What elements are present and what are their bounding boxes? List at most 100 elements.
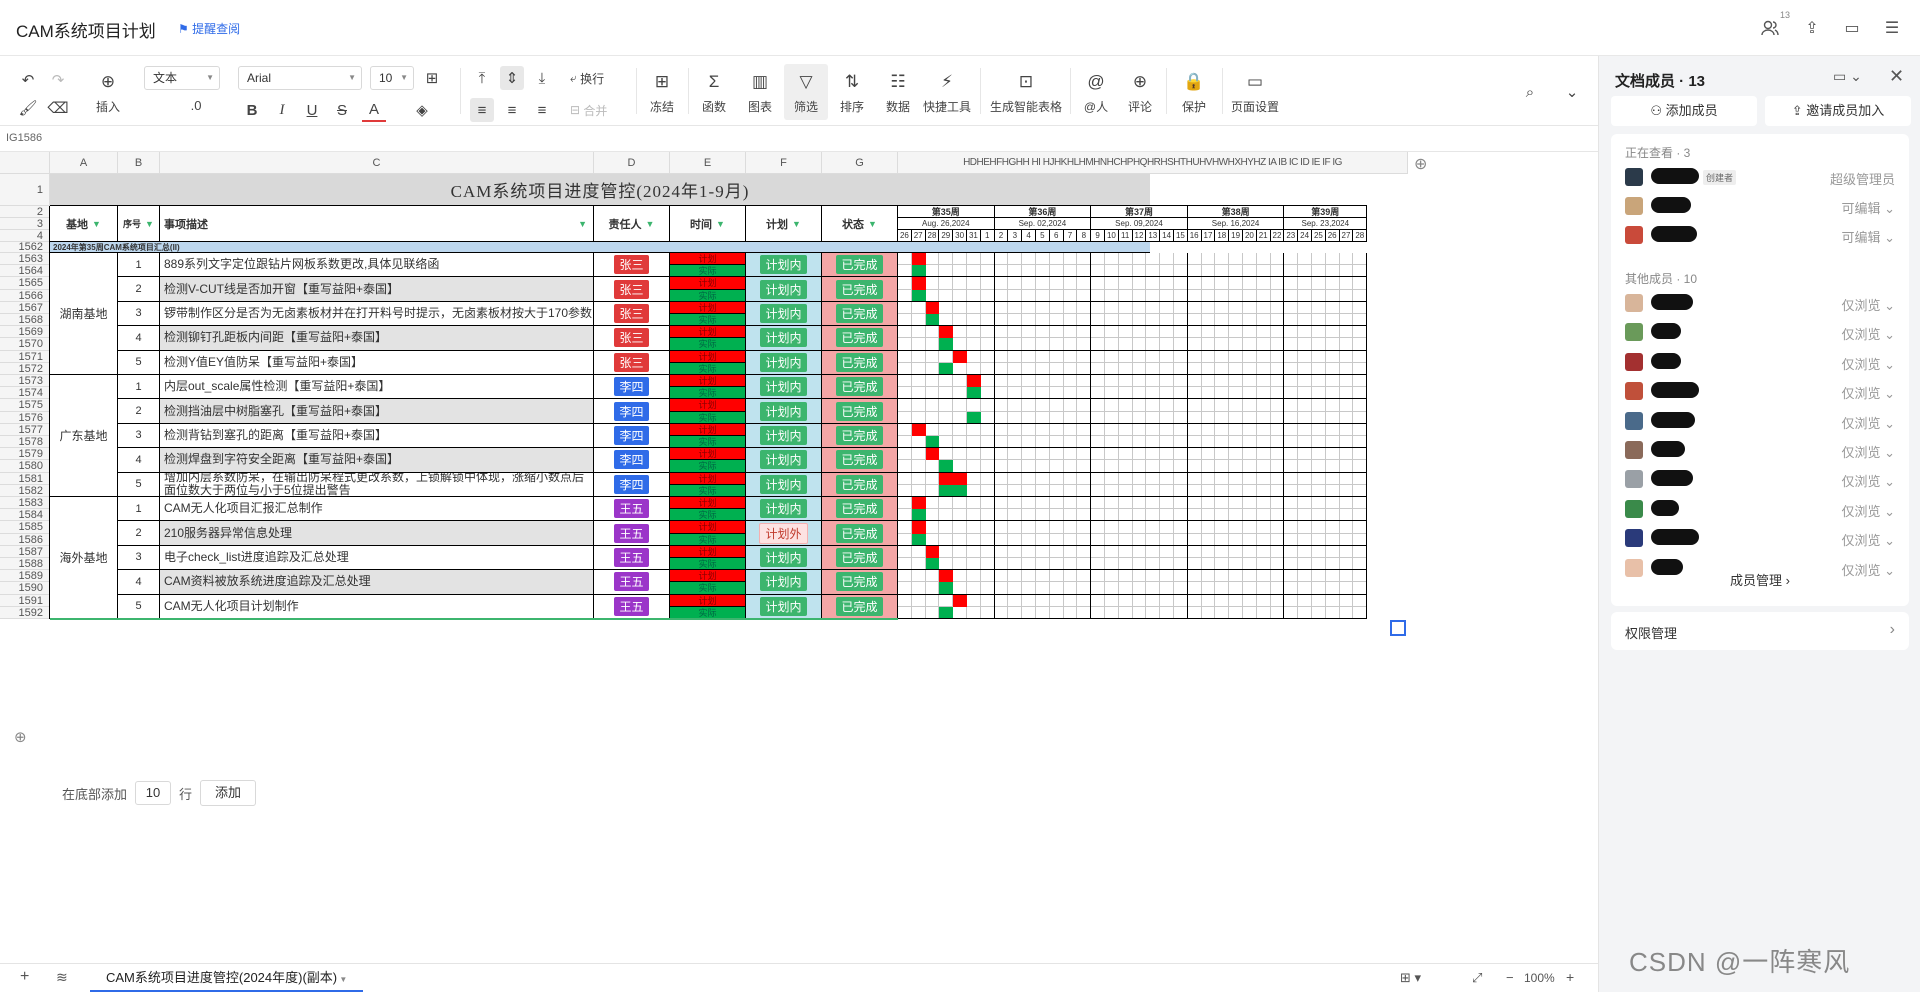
gantt-cell[interactable] [967, 399, 981, 412]
gantt-cell[interactable] [1146, 448, 1161, 461]
gantt-cell[interactable] [1049, 301, 1064, 314]
gantt-cell[interactable] [1077, 570, 1092, 583]
gantt-cell[interactable] [1201, 570, 1216, 583]
gantt-cell[interactable] [1339, 472, 1354, 485]
gantt-cell[interactable] [1256, 521, 1271, 534]
gantt-cell[interactable] [953, 497, 967, 510]
gantt-cell[interactable] [1270, 326, 1285, 339]
gantt-cell[interactable] [925, 472, 940, 485]
gantt-cell[interactable] [898, 350, 912, 363]
gantt-cell[interactable] [1077, 472, 1092, 485]
chart-button[interactable]: ▥ 图表 [738, 64, 782, 120]
gantt-cell[interactable] [1160, 301, 1174, 314]
gantt-cell[interactable] [1187, 301, 1202, 314]
gantt-cell[interactable] [1091, 570, 1105, 583]
gantt-cell[interactable] [1339, 326, 1354, 339]
gantt-cell[interactable] [1312, 375, 1326, 388]
gantt-cell[interactable] [898, 277, 912, 290]
gantt-cell[interactable] [1187, 326, 1202, 339]
gantt-cell[interactable] [1215, 545, 1230, 558]
gantt-cell[interactable] [1339, 448, 1354, 461]
sheet-list-icon[interactable]: ≋ [56, 969, 68, 986]
column-header[interactable]: C [160, 152, 594, 174]
gantt-cell[interactable] [1049, 570, 1064, 583]
member-role[interactable]: 仅浏览 ⌄ [1841, 383, 1895, 402]
decimal-button[interactable]: .0 [176, 98, 216, 113]
header-no[interactable]: 序号 ▼ [118, 206, 160, 242]
gantt-cell[interactable] [1008, 472, 1023, 485]
row-header[interactable]: 1577 [0, 423, 50, 436]
gantt-cell[interactable] [980, 497, 995, 510]
gantt-cell[interactable] [1270, 570, 1285, 583]
gantt-cell[interactable] [1243, 570, 1257, 583]
gantt-cell[interactable] [1118, 423, 1133, 436]
gantt-cell[interactable] [1160, 375, 1174, 388]
gantt-cell[interactable] [1174, 570, 1188, 583]
gantt-cell[interactable] [1091, 545, 1105, 558]
gantt-cell[interactable] [898, 545, 912, 558]
filter-icon[interactable]: ▼ [792, 219, 801, 229]
gantt-cell[interactable] [953, 423, 967, 436]
gantt-cell[interactable] [1077, 497, 1092, 510]
gantt-cell[interactable] [1256, 594, 1271, 607]
row-header[interactable]: 1592 [0, 606, 50, 619]
gantt-cell[interactable] [1353, 399, 1368, 412]
row-header[interactable]: 1562 [0, 242, 50, 253]
gantt-cell[interactable] [898, 521, 912, 534]
undo-button[interactable]: ↶ [16, 68, 40, 92]
gantt-cell[interactable] [1243, 350, 1257, 363]
gantt-cell[interactable] [967, 350, 981, 363]
gantt-cell[interactable] [1022, 423, 1036, 436]
column-header[interactable]: E [670, 152, 746, 174]
member-role[interactable]: 仅浏览 ⌄ [1841, 413, 1895, 432]
row-header[interactable]: 1582 [0, 484, 50, 497]
filter-icon[interactable]: ▼ [92, 219, 101, 229]
gantt-cell[interactable] [1049, 277, 1064, 290]
gantt-cell[interactable] [1229, 448, 1243, 461]
redo-button[interactable]: ↷ [46, 68, 70, 92]
filter-icon[interactable]: ▼ [145, 219, 154, 229]
gantt-cell[interactable] [911, 399, 926, 412]
row-header[interactable]: 1583 [0, 497, 50, 510]
gantt-cell[interactable] [1201, 545, 1216, 558]
gantt-cell[interactable] [1132, 497, 1147, 510]
gantt-cell[interactable] [1353, 350, 1368, 363]
gantt-cell[interactable] [1312, 570, 1326, 583]
gantt-cell[interactable] [898, 326, 912, 339]
gantt-cell[interactable] [1229, 497, 1243, 510]
gantt-cell[interactable] [994, 521, 1009, 534]
header-base[interactable]: 基地 ▼ [50, 206, 118, 242]
gantt-cell[interactable] [1201, 423, 1216, 436]
gantt-cell[interactable] [1229, 326, 1243, 339]
gantt-cell[interactable] [1325, 521, 1340, 534]
gantt-cell[interactable] [1105, 277, 1119, 290]
gantt-cell[interactable] [1284, 497, 1299, 510]
gantt-cell[interactable] [1008, 277, 1023, 290]
gantt-cell[interactable] [953, 521, 967, 534]
gantt-cell[interactable] [953, 301, 967, 314]
gantt-cell[interactable] [1063, 350, 1078, 363]
font-family-select[interactable]: Arial ▼ [238, 66, 362, 90]
gantt-cell[interactable] [1243, 301, 1257, 314]
gantt-cell[interactable] [1049, 497, 1064, 510]
gantt-cell[interactable] [1091, 301, 1105, 314]
gantt-cell[interactable] [1049, 545, 1064, 558]
column-header[interactable]: B [118, 152, 160, 174]
member-row[interactable]: 仅浏览 ⌄ [1625, 523, 1895, 551]
gantt-cell[interactable] [1298, 570, 1312, 583]
row-header[interactable]: 1566 [0, 289, 50, 302]
gantt-cell[interactable] [1077, 423, 1092, 436]
gantt-cell[interactable] [898, 570, 912, 583]
gantt-cell[interactable] [994, 399, 1009, 412]
gantt-cell[interactable] [1270, 301, 1285, 314]
gantt-cell[interactable] [911, 326, 926, 339]
row-header[interactable]: 3 [0, 218, 50, 230]
row-header[interactable]: 1579 [0, 448, 50, 461]
gantt-cell[interactable] [1174, 521, 1188, 534]
gantt-cell[interactable] [1325, 301, 1340, 314]
gantt-cell[interactable] [1063, 277, 1078, 290]
gantt-cell[interactable] [1105, 423, 1119, 436]
gantt-cell[interactable] [953, 399, 967, 412]
gantt-cell[interactable] [1201, 253, 1216, 266]
gantt-cell[interactable] [994, 448, 1009, 461]
